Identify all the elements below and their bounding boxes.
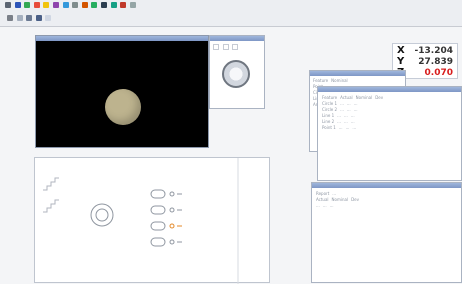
report-icon[interactable] — [120, 2, 127, 8]
light-button-2[interactable] — [222, 44, 229, 50]
measured-circle — [105, 89, 141, 125]
camera-icon[interactable] — [100, 2, 107, 8]
tool-icon[interactable] — [81, 2, 88, 8]
measure-icon[interactable] — [52, 2, 59, 8]
results-table: Feature Actual Nominal Dev Circle 1........… — [322, 95, 384, 130]
dro-x-value: -13.204 — [414, 45, 453, 56]
light-button-3[interactable] — [232, 44, 239, 50]
dro-y-value: 27.839 — [418, 56, 453, 67]
ring-light-dial[interactable] — [222, 60, 250, 88]
zoom-icon[interactable] — [62, 2, 69, 8]
video-window[interactable] — [35, 35, 209, 148]
rotate-icon[interactable] — [45, 15, 52, 21]
video-titlebar — [36, 36, 208, 41]
dro-x-label: X — [397, 45, 405, 56]
dro-z-value: 0.070 — [424, 67, 453, 78]
light-control-window[interactable] — [209, 35, 265, 109]
grid-icon[interactable] — [72, 2, 79, 8]
settings-icon[interactable] — [129, 2, 136, 8]
report-window[interactable]: Report... Actual Nominal Dev ......... — [311, 182, 462, 283]
light-icon[interactable] — [91, 2, 98, 8]
dro-y-label: Y — [397, 56, 405, 67]
point-icon[interactable] — [43, 2, 50, 8]
arc-icon[interactable] — [33, 2, 40, 8]
light-button-1[interactable] — [213, 44, 219, 50]
edge-icon[interactable] — [16, 15, 23, 21]
results-window[interactable]: Feature Actual Nominal Dev Circle 1........… — [317, 86, 462, 181]
fit-icon[interactable] — [26, 15, 33, 21]
probe-icon[interactable] — [110, 2, 117, 8]
light-controls — [210, 41, 264, 55]
circle-icon[interactable] — [24, 2, 31, 8]
pan-icon[interactable] — [35, 15, 42, 21]
line-icon[interactable] — [14, 2, 21, 8]
cursor-icon[interactable] — [5, 2, 11, 8]
cad-geometry — [43, 158, 239, 284]
cad-view[interactable] — [34, 157, 270, 284]
select-icon[interactable] — [7, 15, 13, 21]
report-content: Report... Actual Nominal Dev ......... — [316, 191, 359, 208]
tool-toolbar — [0, 12, 462, 27]
